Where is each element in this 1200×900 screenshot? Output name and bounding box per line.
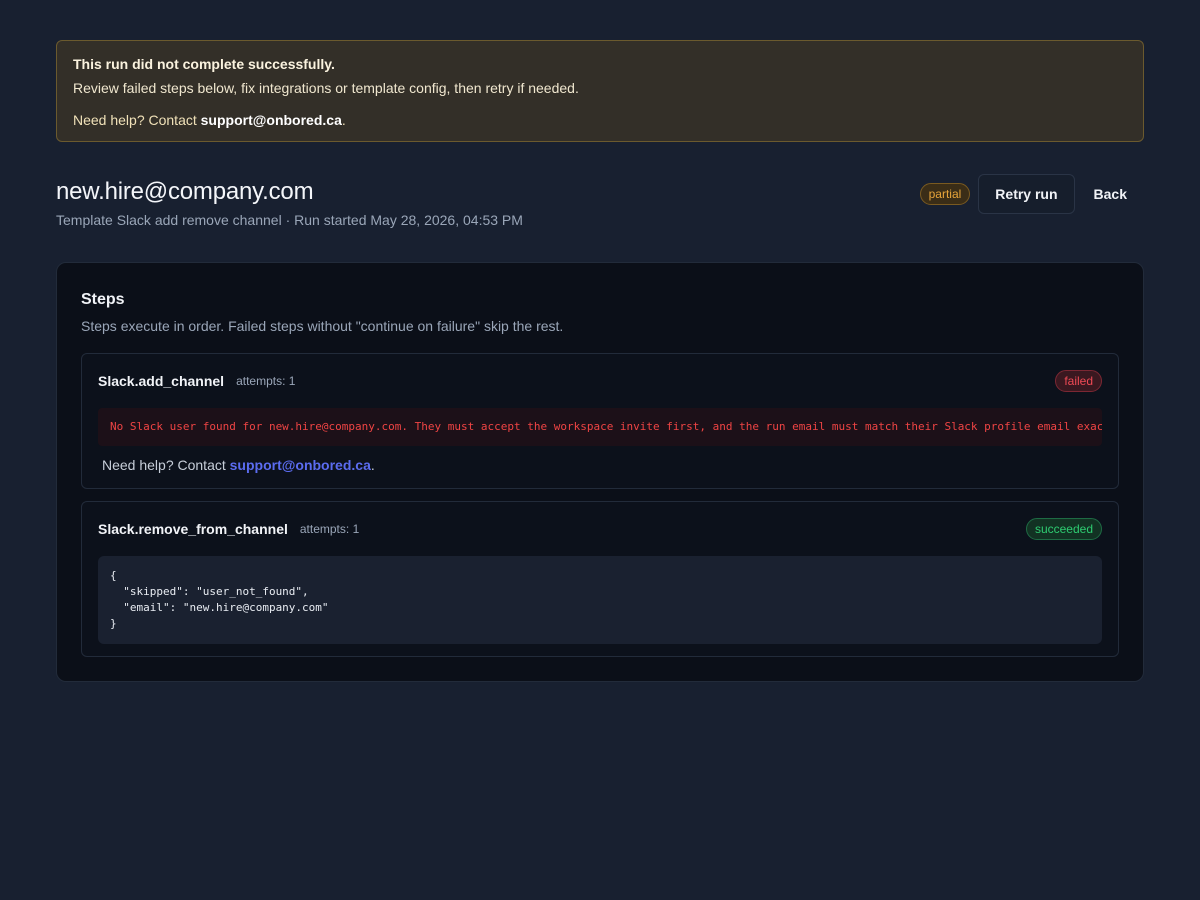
back-button[interactable]: Back [1077, 174, 1144, 214]
support-email-link[interactable]: support@onbored.ca [230, 457, 371, 473]
banner-help-suffix: . [341, 112, 346, 128]
step-status-badge: failed [1055, 370, 1102, 392]
warning-banner: This run did not complete successfully. … [56, 40, 1144, 142]
step-header: Slack.add_channel attempts: 1 failed [98, 370, 1102, 392]
banner-text: Review failed steps below, fix integrati… [73, 80, 579, 96]
step-name: Slack.remove_from_channel [98, 521, 288, 537]
steps-title: Steps [81, 291, 125, 308]
step-attempts: attempts: 1 [299, 522, 360, 536]
status-badge: partial [919, 183, 971, 205]
run-detail-page: This run did not complete successfully. … [0, 0, 1200, 900]
banner-help: Need help? Contact support@onbored.ca. [73, 111, 1127, 129]
banner-support-email: support@onbored.ca [200, 112, 342, 128]
step-help: Need help? Contact support@onbored.ca. [98, 456, 1102, 474]
retry-run-button[interactable]: Retry run [978, 174, 1075, 214]
step-error-message: No Slack user found for new.hire@company… [98, 408, 1102, 446]
header-actions: partial Retry run Back [919, 174, 1144, 214]
step-help-suffix: . [370, 457, 375, 473]
banner-help-prefix: Need help? Contact [73, 112, 201, 128]
banner-title: This run did not complete successfully. [73, 56, 335, 72]
run-header: new.hire@company.com Template Slack add … [56, 174, 1144, 236]
step-attempts: attempts: 1 [236, 374, 296, 388]
steps-card: Steps Steps execute in order. Failed ste… [56, 262, 1144, 682]
step-header: Slack.remove_from_channel attempts: 1 su… [98, 518, 1102, 540]
step-help-prefix: Need help? Contact [102, 457, 230, 473]
step-item: Slack.remove_from_channel attempts: 1 su… [81, 501, 1119, 657]
steps-description: Steps execute in order. Failed steps wit… [81, 318, 564, 334]
step-output-json: { "skipped": "user_not_found", "email": … [98, 556, 1102, 644]
step-name: Slack.add_channel [98, 373, 225, 389]
step-status-badge: succeeded [1025, 518, 1102, 540]
step-item: Slack.add_channel attempts: 1 failed No … [81, 353, 1119, 489]
